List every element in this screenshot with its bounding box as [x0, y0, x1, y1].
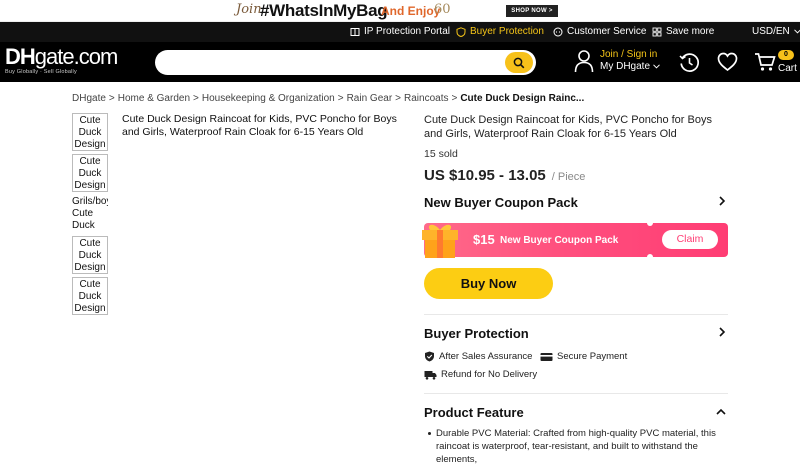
shield-check-icon [425, 351, 434, 362]
product-price: US $10.95 - 13.05 [424, 167, 546, 184]
credit-card-icon [540, 352, 553, 361]
product-info-panel: Cute Duck Design Raincoat for Kids, PVC … [422, 113, 728, 465]
buyer-protection-label: Buyer Protection [470, 26, 544, 37]
top-utility-bar: IP Protection Portal Buyer Protection Cu… [0, 22, 800, 42]
promo-60-badge: 60 [434, 2, 451, 17]
refund-label: Refund for No Delivery [441, 369, 538, 380]
wishlist-heart-icon[interactable] [717, 52, 738, 72]
buyer-protection-link[interactable]: Buyer Protection [456, 26, 544, 37]
breadcrumb-separator: > [337, 93, 344, 104]
chevron-down-icon [652, 64, 660, 69]
logo-dh: DH [5, 44, 36, 69]
promo-and-enjoy: And Enjoy [381, 4, 441, 18]
chevron-up-icon [716, 408, 726, 415]
locale-selector[interactable]: USD/EN [752, 26, 800, 37]
search-button[interactable] [505, 52, 533, 73]
product-feature-description: Durable PVC Material: Crafted from high-… [428, 427, 728, 466]
chevron-right-icon [719, 196, 726, 206]
breadcrumb: DHgate > Home & Garden > Housekeeping & Or… [72, 93, 584, 104]
my-dhgate-label: My DHgate [600, 61, 651, 72]
delivery-truck-icon [424, 370, 437, 380]
coupon-notch [647, 220, 653, 226]
join-signin-link[interactable]: Join / Sign in [600, 49, 660, 61]
section-divider [424, 314, 728, 315]
thumbnail-image[interactable]: Cute Duck Design [72, 154, 108, 192]
thumbnail-image[interactable]: Cute Duck Design [72, 113, 108, 151]
promo-join-text: Join [236, 2, 262, 17]
promo-banner[interactable]: Join #WhatsInMyBag And Enjoy 60 SHOP NOW… [0, 0, 800, 22]
section-divider [424, 393, 728, 394]
search-input[interactable] [167, 54, 497, 71]
cart-label[interactable]: Cart [778, 63, 797, 74]
breadcrumb-item[interactable]: Housekeeping & Organization [202, 93, 335, 104]
product-feature-header[interactable]: Product Feature [424, 405, 728, 420]
main-product-image[interactable]: Cute Duck Design Raincoat for Kids, PVC … [122, 113, 402, 139]
breadcrumb-separator: > [395, 93, 401, 104]
chat-icon [553, 27, 563, 36]
refund-item: Refund for No Delivery [424, 369, 537, 380]
breadcrumb-separator: > [108, 93, 115, 104]
locale-label: USD/EN [752, 26, 790, 37]
cart-icon[interactable] [754, 52, 776, 72]
breadcrumb-separator: > [193, 93, 199, 104]
feature-line: Durable PVC Material: Crafted from high-… [436, 428, 716, 439]
buyer-protection-title: Buyer Protection [424, 326, 529, 341]
search-bar [155, 50, 536, 75]
secure-payment-label: Secure Payment [557, 351, 628, 362]
dhgate-logo[interactable]: DHgate.com Buy Globally · Sell Globally [5, 44, 118, 76]
breadcrumb-item[interactable]: Home & Garden [118, 93, 190, 104]
ip-protection-link[interactable]: IP Protection Portal [350, 26, 450, 37]
buyer-protection-header[interactable]: Buyer Protection [424, 326, 728, 341]
product-title: Cute Duck Design Raincoat for Kids, PVC … [424, 114, 712, 140]
my-dhgate-menu[interactable]: My DHgate [600, 61, 660, 73]
user-icon [574, 50, 594, 73]
history-icon[interactable] [679, 52, 700, 73]
breadcrumb-item[interactable]: Raincoats [404, 93, 448, 104]
grid-icon [652, 27, 662, 36]
after-sales-item: After Sales Assurance [424, 351, 532, 362]
price-unit: / Piece [551, 171, 586, 183]
shop-now-button[interactable]: SHOP NOW > [506, 5, 558, 17]
after-sales-label: After Sales Assurance [439, 351, 533, 362]
breadcrumb-separator: > [451, 93, 458, 104]
thumbnail-list: Cute Duck Design Cute Duck Design Grils/… [72, 113, 108, 318]
customer-service-link[interactable]: Customer Service [553, 26, 646, 37]
breadcrumb-item[interactable]: Rain Gear [347, 93, 393, 104]
coupon-pack-title: New Buyer Coupon Pack [424, 195, 578, 210]
save-more-link[interactable]: Save more [652, 26, 714, 37]
breadcrumb-item[interactable]: DHgate [72, 93, 106, 104]
coupon-text: New Buyer Coupon Pack [500, 235, 619, 246]
coupon-pack-header[interactable]: New Buyer Coupon Pack [424, 195, 728, 210]
price-row: US $10.95 - 13.05 / Piece [424, 167, 728, 184]
search-icon [513, 57, 525, 68]
thumbnail-image[interactable]: Grils/boys Cute Duck [72, 195, 108, 233]
account-menu[interactable]: Join / Sign in My DHgate [574, 49, 660, 73]
gift-box-icon [422, 224, 458, 258]
coupon-card: $15 New Buyer Coupon Pack Claim [422, 220, 728, 260]
ip-protection-label: IP Protection Portal [364, 26, 450, 37]
coupon-notch [647, 254, 653, 260]
buy-now-button[interactable]: Buy Now [424, 268, 553, 299]
feature-line: raincoat is waterproof, tear-resistant, … [436, 441, 698, 465]
chevron-right-icon [719, 327, 726, 337]
thumbnail-image[interactable]: Cute Duck Design [72, 277, 108, 315]
bullet-dot [428, 431, 431, 435]
shield-icon [456, 26, 466, 37]
book-icon [350, 27, 360, 36]
sold-count: 15 sold [424, 148, 458, 160]
customer-service-label: Customer Service [567, 26, 647, 37]
site-header: DHgate.com Buy Globally · Sell Globally … [0, 42, 800, 82]
logo-tagline: Buy Globally · Sell Globally [5, 69, 77, 75]
logo-gate: gate.com [34, 44, 118, 69]
chevron-down-icon [793, 29, 800, 34]
cart-count-badge: 0 [778, 50, 794, 60]
save-more-label: Save more [666, 26, 715, 37]
secure-payment-item: Secure Payment [540, 351, 627, 362]
breadcrumb-current: Cute Duck Design Rainc... [460, 93, 585, 104]
product-feature-title: Product Feature [424, 405, 524, 420]
promo-hashtag: #WhatsInMyBag [260, 1, 388, 20]
coupon-amount: $15 [473, 232, 495, 247]
thumbnail-image[interactable]: Cute Duck Design [72, 236, 108, 274]
claim-coupon-button[interactable]: Claim [662, 230, 718, 249]
